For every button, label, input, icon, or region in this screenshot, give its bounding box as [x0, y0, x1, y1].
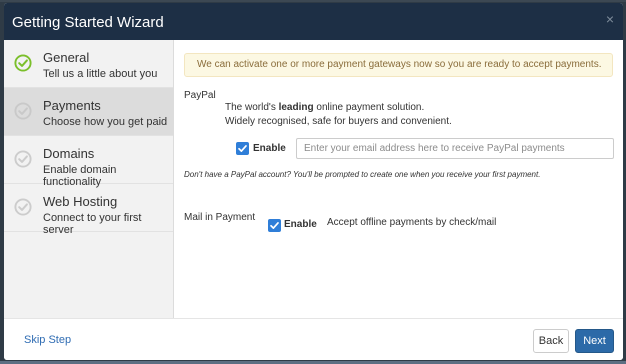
paypal-account-note: Don't have a PayPal account? You'll be p… [184, 170, 541, 179]
step-description: Connect to your first server [43, 212, 142, 236]
step-description: Tell us a little about you [43, 68, 158, 80]
back-button[interactable]: Back [533, 329, 569, 353]
paypal-enable-label[interactable]: Enable [253, 143, 286, 154]
wizard-steps-sidebar: General Tell us a little about you Payme… [4, 40, 174, 318]
check-circle-icon [14, 150, 32, 168]
close-icon[interactable]: × [606, 12, 614, 26]
modal-footer: Skip Step Back Next [4, 318, 623, 360]
mail-enable-label[interactable]: Enable [284, 219, 317, 230]
step-payments[interactable]: Payments Choose how you get paid [4, 88, 173, 136]
payments-step-content: We can activate one or more payment gate… [174, 40, 623, 318]
check-circle-icon [14, 102, 32, 120]
checkmark-icon [238, 145, 247, 152]
modal-header: Getting Started Wizard × [4, 3, 623, 40]
wizard-modal: Getting Started Wizard × General Tell us… [4, 3, 623, 360]
paypal-description: The world's leading online payment solut… [225, 102, 425, 113]
step-title: Domains [43, 146, 95, 161]
next-button[interactable]: Next [575, 329, 614, 353]
mail-in-payment-label: Mail in Payment [184, 212, 256, 223]
check-circle-icon [14, 54, 32, 72]
skip-step-link[interactable]: Skip Step [24, 334, 71, 346]
paypal-label: PayPal [184, 90, 216, 101]
page-backdrop [0, 0, 626, 2]
paypal-enable-checkbox[interactable] [236, 142, 249, 155]
step-domains[interactable]: Domains Enable domain functionality [4, 136, 173, 188]
checkmark-icon [270, 222, 279, 229]
mail-enable-checkbox[interactable] [268, 219, 281, 232]
step-web-hosting[interactable]: Web Hosting Connect to your first server [4, 184, 173, 236]
step-title: Web Hosting [43, 194, 118, 209]
check-circle-icon [14, 198, 32, 216]
step-title: General [43, 50, 90, 65]
mail-description: Accept offline payments by check/mail [327, 217, 497, 228]
paypal-description-line2: Widely recognised, safe for buyers and c… [225, 116, 452, 127]
step-general[interactable]: General Tell us a little about you [4, 40, 173, 88]
step-title: Payments [43, 98, 101, 113]
paypal-email-input[interactable] [296, 138, 614, 159]
modal-title: Getting Started Wizard [12, 14, 164, 31]
step-description: Choose how you get paid [43, 116, 168, 128]
info-alert: We can activate one or more payment gate… [184, 53, 613, 77]
